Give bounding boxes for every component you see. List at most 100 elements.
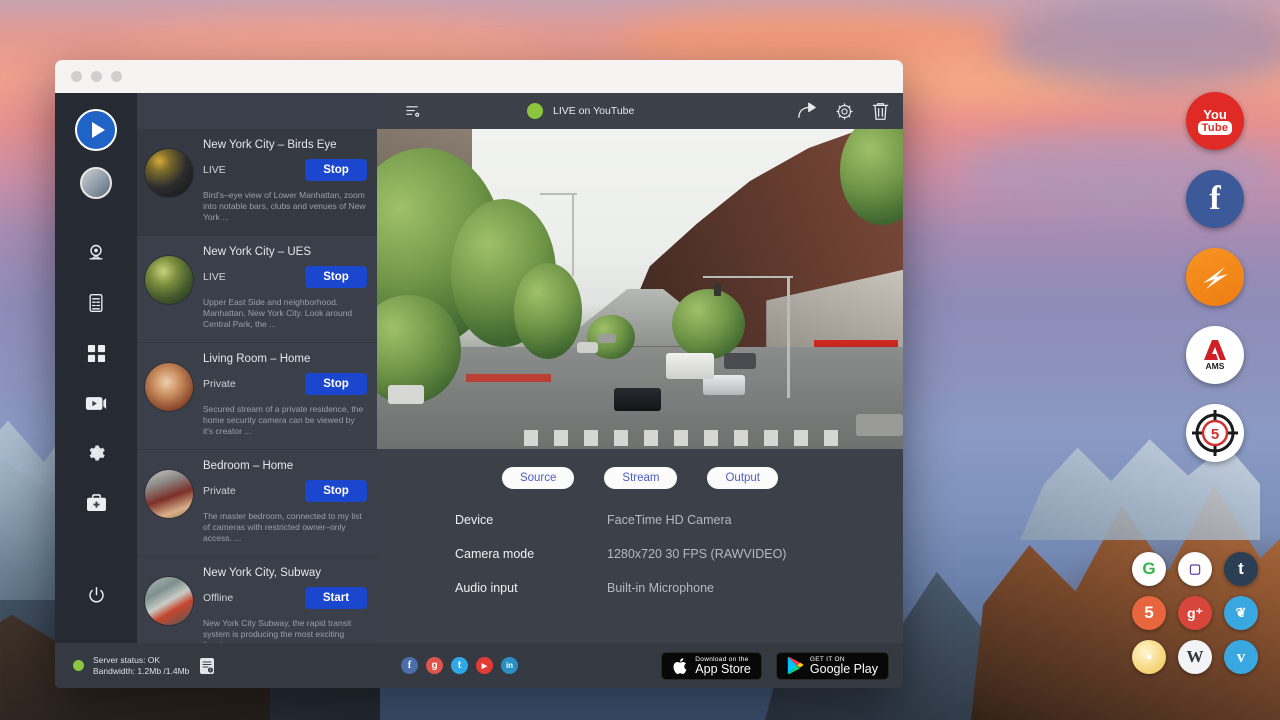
youtube-desktop-icon[interactable]: You Tube [1186,92,1244,150]
camera-thumbnail [145,363,193,411]
detail-row: Audio input Built-in Microphone [455,581,903,595]
camera-toggle-button[interactable]: Stop [305,159,367,181]
app-store-button[interactable]: Download on the App Store [661,652,762,680]
wordpress-icon[interactable]: W [1178,640,1212,674]
power-icon [87,586,106,605]
window-minimize-button[interactable] [91,71,102,82]
camera-info: New York City – Birds Eye LIVE Stop Bird… [203,139,367,223]
twitch-icon[interactable]: ▢ [1178,552,1212,586]
detail-label: Audio input [455,581,607,595]
sidebar-item-webcam[interactable] [76,233,116,273]
wowza-desktop-icon[interactable] [1186,248,1244,306]
log-icon[interactable]: i [200,658,214,674]
camera-state: Private [203,485,236,497]
live-status: LIVE on YouTube [513,103,787,119]
camera-toggle-button[interactable]: Stop [305,266,367,288]
camera-list-item[interactable]: New York City – Birds Eye LIVE Stop Bird… [137,129,377,236]
grooveshark-glyph: G [1142,559,1155,579]
camera-info: New York City, Subway Offline Start New … [203,567,367,643]
camera-title: Bedroom – Home [203,460,367,472]
twitch-glyph: ▢ [1189,561,1201,577]
camera-info: Living Room – Home Private Stop Secured … [203,353,367,437]
camera-thumbnail [145,149,193,197]
delete-button[interactable] [872,102,889,121]
desktop: You Tube f AMS [0,0,1280,720]
tab-output[interactable]: Output [707,467,778,489]
desktop-icon-grid: G ▢ t 5 g⁺ ❦ ● W v [1132,552,1260,674]
camera-toggle-button[interactable]: Start [305,587,367,609]
video-car [577,342,598,353]
sidebar-item-power[interactable] [76,575,116,615]
camera-list-item[interactable]: New York City – UES LIVE Stop Upper East… [137,236,377,343]
google-play-button[interactable]: GET IT ON Google Play [776,652,889,680]
facebook-desktop-icon[interactable]: f [1186,170,1244,228]
toolbar: LIVE on YouTube [377,93,903,129]
twitter-icon[interactable]: t [451,657,468,674]
camera-list[interactable]: New York City – Birds Eye LIVE Stop Bird… [137,129,377,643]
camera-list-panel: New York City – Birds Eye LIVE Stop Bird… [137,93,377,643]
camera-list-item[interactable]: Bedroom – Home Private Stop The master b… [137,450,377,557]
camera-toggle-button[interactable]: Stop [305,480,367,502]
sidebar-item-devices[interactable] [76,283,116,323]
twitter-icon[interactable]: ❦ [1224,596,1258,630]
play-triangle-icon [92,122,105,138]
five-icon[interactable]: 5 [1132,596,1166,630]
google-play-text: GET IT ON Google Play [810,656,878,676]
twitter-glyph: t [458,660,461,671]
camera-info: Bedroom – Home Private Stop The master b… [203,460,367,544]
detail-value: 1280x720 30 FPS (RAWVIDEO) [607,547,786,561]
detail-value: FaceTime HD Camera [607,513,732,527]
video-street-lamp [572,193,574,276]
camera-title: Living Room – Home [203,353,367,365]
sort-icon[interactable] [405,104,420,119]
share-button[interactable] [797,102,817,120]
window-close-button[interactable] [71,71,82,82]
sidebar-item-grid[interactable] [76,333,116,373]
app-window: New York City – Birds Eye LIVE Stop Bird… [55,60,903,688]
youtube-icon[interactable]: ▶ [476,657,493,674]
store-badges: Download on the App Store GET IT ON Goog… [661,652,889,680]
cloud-decoration [1000,0,1280,90]
youtube-icon-bottom: Tube [1198,121,1233,135]
vimeo-glyph: v [1237,647,1246,667]
sidebar-rail [55,93,137,643]
tab-stream[interactable]: Stream [604,467,677,489]
flickr-icon[interactable]: ● [1132,640,1166,674]
sidebar-item-settings[interactable] [76,433,116,473]
facebook-icon[interactable]: f [401,657,418,674]
five-target-desktop-icon[interactable]: 5 [1186,404,1244,462]
window-titlebar[interactable] [55,60,903,93]
device-list-icon [87,293,105,313]
adobe-ams-desktop-icon[interactable]: AMS [1186,326,1244,384]
settings-button[interactable] [835,102,854,121]
cloud-decoration [620,8,1000,68]
wordpress-glyph: W [1187,647,1204,667]
grooveshark-icon[interactable]: G [1132,552,1166,586]
tab-source[interactable]: Source [502,467,574,489]
camera-list-item[interactable]: New York City, Subway Offline Start New … [137,557,377,643]
window-zoom-button[interactable] [111,71,122,82]
camera-list-item[interactable]: Living Room – Home Private Stop Secured … [137,343,377,450]
camera-thumbnail [145,577,193,625]
vimeo-icon[interactable]: v [1224,640,1258,674]
source-details: Device FaceTime HD Camera Camera mode 12… [377,489,903,615]
linkedin-glyph: in [506,661,513,670]
detail-row: Camera mode 1280x720 30 FPS (RAWVIDEO) [455,547,903,561]
camera-toggle-button[interactable]: Stop [305,373,367,395]
gear-icon [835,102,854,121]
linkedin-icon[interactable]: in [501,657,518,674]
sidebar-item-video[interactable] [76,383,116,423]
camera-thumbnail [145,256,193,304]
lightning-bolt-icon [1195,257,1235,297]
tumblr-glyph: t [1238,559,1244,579]
server-status-text: Server status: OK [93,655,189,666]
avatar[interactable] [80,167,112,199]
tumblr-icon[interactable]: t [1224,552,1258,586]
app-logo[interactable] [75,109,117,151]
detail-label: Device [455,513,607,527]
sidebar-item-support[interactable] [76,483,116,523]
google-plus-icon[interactable]: g⁺ [1178,596,1212,630]
google-plus-icon[interactable]: g [426,657,443,674]
share-icon [797,102,817,120]
video-preview[interactable] [377,129,903,449]
